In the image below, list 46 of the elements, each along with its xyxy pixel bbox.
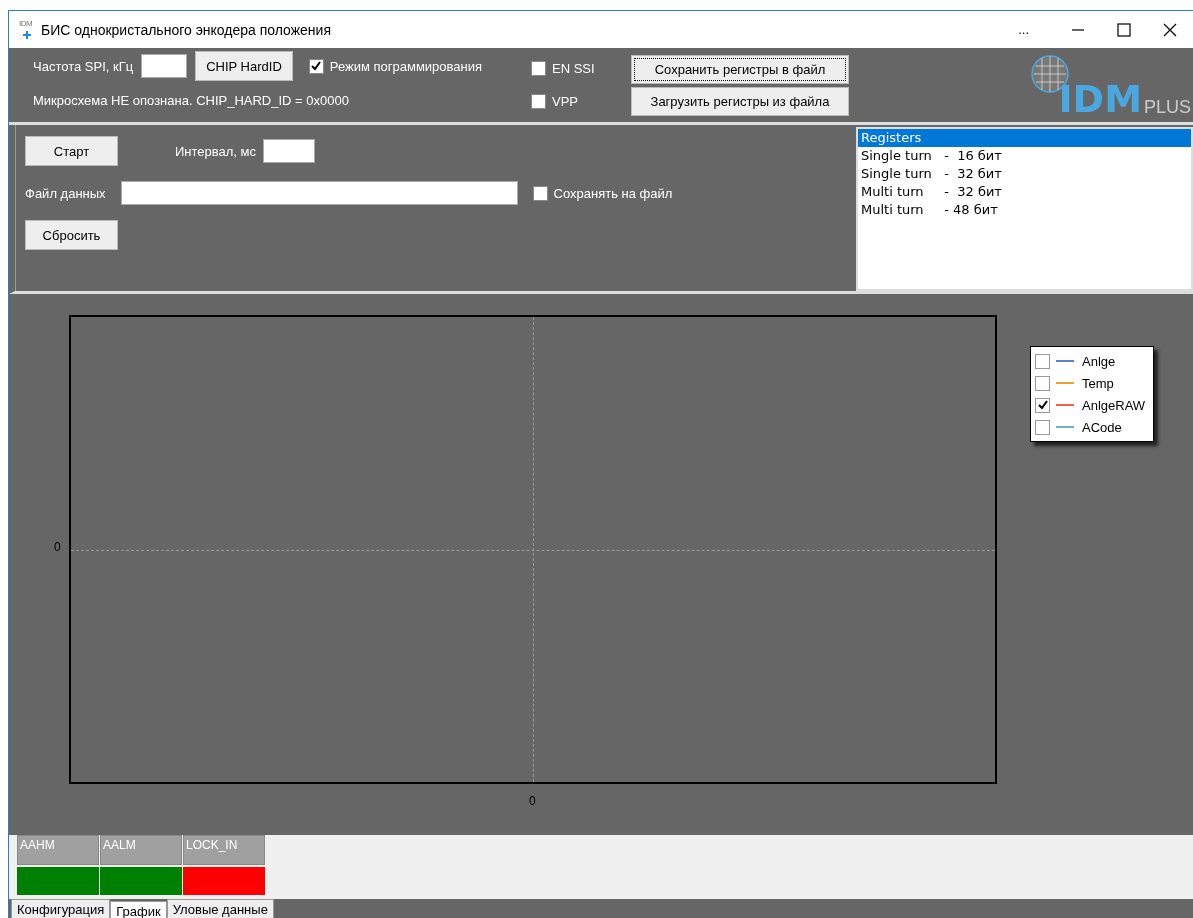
checkbox[interactable] [1035, 353, 1050, 369]
checkbox[interactable] [532, 185, 548, 201]
save-to-file-label: Сохранять на файл [553, 185, 673, 201]
spi-frequency-field[interactable] [141, 54, 188, 78]
start-button[interactable]: Старт [25, 136, 118, 166]
tab[interactable]: Уловые данные [166, 899, 274, 918]
chip-hardid-button[interactable]: CHIP HardID [195, 51, 293, 81]
logo: IDM PLUS [1030, 48, 1191, 122]
checkbox-label: VPP [552, 94, 578, 109]
data-file-label: Файл данных [25, 185, 106, 201]
list-item[interactable]: Single turn - 16 бит [858, 147, 1191, 165]
interval-field[interactable] [263, 139, 316, 163]
checkbox-label: EN SSI [552, 61, 595, 76]
tab[interactable]: График [110, 901, 167, 918]
tab[interactable]: Конфигурация [11, 899, 111, 918]
window-title: БИС однокристального энкодера положения [41, 21, 331, 38]
legend-label: Anlge [1082, 353, 1116, 369]
register-file-button[interactable]: Загрузить регистры из файла [631, 87, 849, 116]
axis-tick-label: 0 [54, 540, 61, 554]
maximize-icon[interactable] [1117, 22, 1131, 37]
legend-label: Temp [1082, 375, 1114, 391]
chip-status-text: Микросхема НЕ опознана. CHIP_HARD_ID = 0x0000 [33, 92, 349, 108]
list-item[interactable]: Registers [858, 129, 1191, 147]
register-file-button[interactable]: Сохранить регистры в файл [631, 55, 849, 84]
checkbox[interactable] [531, 61, 546, 76]
list-item[interactable]: Multi turn - 32 бит [858, 183, 1191, 201]
reset-button[interactable]: Сбросить [25, 220, 118, 250]
programming-mode-label: Режим пограммирования [329, 58, 482, 74]
indicator-label: LOCK_IN [183, 835, 265, 865]
checkbox[interactable] [308, 58, 324, 74]
checkbox[interactable] [1035, 419, 1050, 435]
interval-label: Интервал, мс [175, 143, 257, 159]
indicator-label: AALM [100, 835, 182, 865]
legend-label: ACode [1082, 419, 1122, 435]
checkbox[interactable] [531, 94, 546, 109]
spi-frequency-label: Частота SPI, кГц [33, 58, 134, 74]
more-button[interactable]: ... [1018, 22, 1029, 37]
indicator-label: AAHM [17, 835, 99, 865]
checkbox[interactable] [1035, 375, 1050, 391]
checkbox[interactable] [1035, 397, 1050, 413]
close-icon[interactable] [1163, 22, 1177, 37]
axis-tick-label: 0 [529, 794, 536, 808]
list-item[interactable]: Multi turn - 48 бит [858, 201, 1191, 219]
legend-label: AnlgeRAW [1082, 397, 1146, 413]
list-item[interactable]: Single turn - 32 бит [858, 165, 1191, 183]
data-file-field[interactable] [120, 181, 518, 205]
